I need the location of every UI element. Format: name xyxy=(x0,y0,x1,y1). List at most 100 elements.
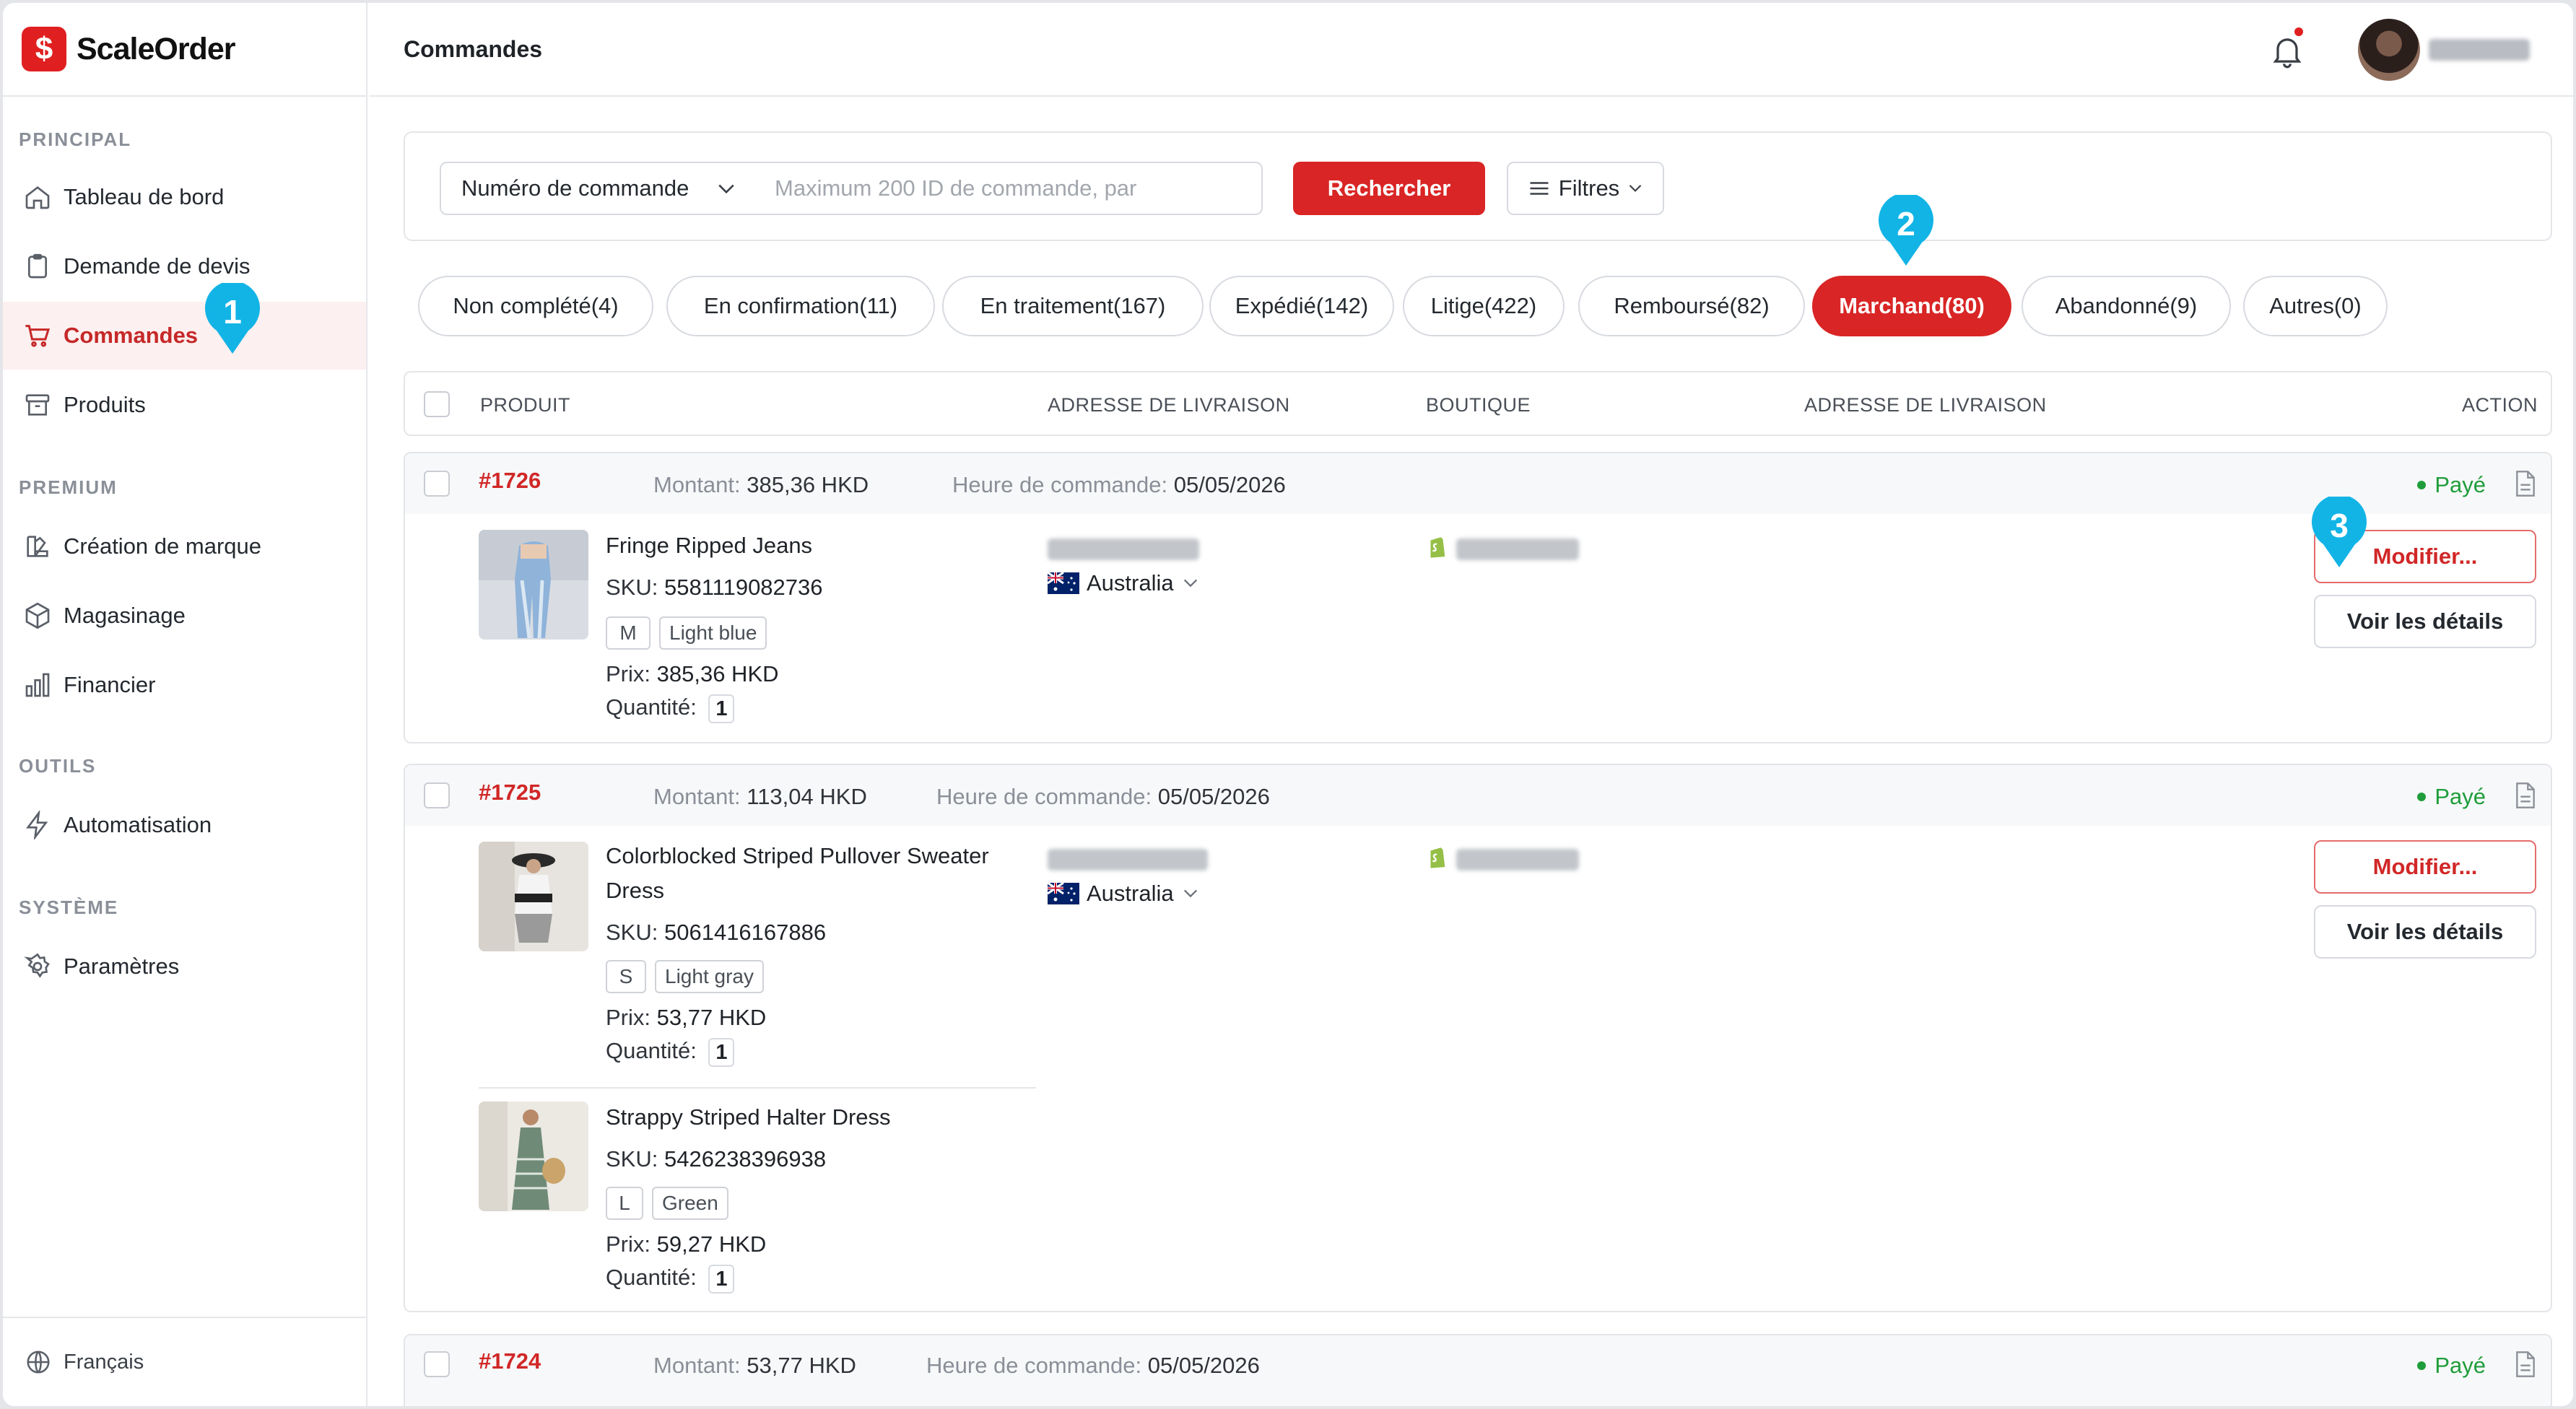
tab-abandoned[interactable]: Abandonné(9) xyxy=(2022,276,2231,336)
tab-dispute[interactable]: Litige(422) xyxy=(1403,276,1565,336)
sidebar-item-settings[interactable]: Paramètres xyxy=(3,933,366,1000)
language-switcher[interactable]: Français xyxy=(3,1317,366,1406)
filters-label: Filtres xyxy=(1558,175,1620,201)
username-blurred[interactable] xyxy=(2429,39,2530,61)
sidebar-item-products[interactable]: Produits xyxy=(3,371,366,439)
view-details-button[interactable]: Voir les détails xyxy=(2314,595,2536,648)
order-amount: Montant: 113,04 HKD xyxy=(653,784,867,810)
clipboard-icon xyxy=(28,253,47,279)
order-time-label: Heure de commande: xyxy=(926,1353,1142,1378)
shipping-country[interactable]: Australia xyxy=(1048,881,1198,907)
store-name-blurred xyxy=(1456,538,1579,560)
order-header: #1724 Montant: 53,77 HKD Heure de comman… xyxy=(405,1335,2551,1406)
search-button[interactable]: Rechercher xyxy=(1293,162,1485,215)
product-name: Colorblocked Striped Pullover Sweater Dr… xyxy=(606,843,989,903)
search-type-label: Numéro de commande xyxy=(461,175,689,201)
gear-icon xyxy=(24,953,50,978)
product-sku: SKU: 5061416167886 xyxy=(606,920,826,946)
column-header-product: PRODUIT xyxy=(480,394,570,416)
status-badge: Payé xyxy=(2417,784,2486,810)
order-amount: Montant: 385,36 HKD xyxy=(653,472,869,498)
column-header-shipping-address-2: ADRESSE DE LIVRAISON xyxy=(1804,394,2047,416)
step-marker-1: 1 xyxy=(204,281,261,355)
main-content: Numéro de commande Rechercher Filtres No… xyxy=(369,98,2573,1406)
quantity-label: Quantité: xyxy=(606,694,697,720)
sidebar-item-finance[interactable]: Financier xyxy=(3,651,366,719)
product-image[interactable] xyxy=(479,842,588,951)
order-header: #1726 Montant: 385,36 HKD Heure de comma… xyxy=(405,453,2551,514)
table-header: PRODUIT ADRESSE DE LIVRAISON BOUTIQUE AD… xyxy=(404,371,2552,436)
sidebar-item-branding[interactable]: Création de marque xyxy=(3,512,366,580)
quantity-label: Quantité: xyxy=(606,1265,697,1291)
section-premium: PREMIUM xyxy=(19,476,118,498)
brand-icon xyxy=(27,536,48,557)
step-number: 3 xyxy=(2330,507,2349,544)
tab-refunded[interactable]: Remboursé(82) xyxy=(1578,276,1805,336)
order-time: Heure de commande: 05/05/2026 xyxy=(952,472,1286,498)
sidebar-item-label: Automatisation xyxy=(64,812,212,837)
sidebar-item-label: Création de marque xyxy=(64,533,261,559)
search-input[interactable] xyxy=(754,162,1263,215)
sidebar-item-label: Commandes xyxy=(64,323,199,348)
tab-shipped[interactable]: Expédié(142) xyxy=(1209,276,1394,336)
chevron-down-icon xyxy=(1629,185,1642,192)
page-title: Commandes xyxy=(404,35,543,62)
product-price: Prix: 385,36 HKD xyxy=(606,661,779,687)
australia-flag-icon xyxy=(1048,883,1079,904)
product-price: Prix: 53,77 HKD xyxy=(606,1005,766,1031)
product-image[interactable] xyxy=(479,530,588,640)
modify-button[interactable]: Modifier... xyxy=(2314,840,2536,894)
tab-incomplete[interactable]: Non complété(4) xyxy=(418,276,653,336)
sidebar-item-warehousing[interactable]: Magasinage xyxy=(3,582,366,650)
chart-icon xyxy=(25,673,50,697)
color-tag: Green xyxy=(652,1187,728,1220)
brand[interactable]: $ ScaleOrder xyxy=(3,3,366,97)
store-name-blurred xyxy=(1456,849,1579,871)
order-id[interactable]: #1725 xyxy=(479,780,541,806)
view-details-button[interactable]: Voir les détails xyxy=(2314,905,2536,959)
order-amount: Montant: 53,77 HKD xyxy=(653,1353,856,1379)
tab-confirmation[interactable]: En confirmation(11) xyxy=(666,276,935,336)
tab-merchant[interactable]: Marchand(80) xyxy=(1812,276,2011,336)
product-image[interactable] xyxy=(479,1102,588,1211)
filters-button[interactable]: Filtres xyxy=(1507,162,1664,215)
color-tag: Light gray xyxy=(655,960,764,993)
document-icon[interactable] xyxy=(2513,469,2538,498)
size-tag: L xyxy=(606,1187,643,1220)
product-divider xyxy=(479,1087,1036,1089)
product-sku: SKU: 5581119082736 xyxy=(606,575,823,601)
order-header: #1725 Montant: 113,04 HKD Heure de comma… xyxy=(405,765,2551,826)
document-icon[interactable] xyxy=(2513,781,2538,810)
sidebar-item-dashboard[interactable]: Tableau de bord xyxy=(3,163,366,231)
select-all-checkbox[interactable] xyxy=(424,391,450,417)
cart-icon xyxy=(25,325,51,347)
order-time: Heure de commande: 05/05/2026 xyxy=(926,1353,1260,1379)
amount-value: 385,36 HKD xyxy=(747,472,869,497)
document-icon[interactable] xyxy=(2513,1350,2538,1379)
product-sku: SKU: 5426238396938 xyxy=(606,1146,826,1172)
quantity-value: 1 xyxy=(708,1265,735,1294)
sidebar-item-automation[interactable]: Automatisation xyxy=(3,791,366,859)
country-name: Australia xyxy=(1087,570,1174,596)
sidebar-item-quotes[interactable]: Demande de devis xyxy=(3,232,366,300)
search-type-select[interactable]: Numéro de commande xyxy=(440,162,756,215)
order-checkbox[interactable] xyxy=(424,1351,450,1377)
tab-others[interactable]: Autres(0) xyxy=(2243,276,2388,336)
order-checkbox[interactable] xyxy=(424,471,450,497)
step-marker-3: 3 xyxy=(2310,494,2368,569)
order-id[interactable]: #1726 xyxy=(479,468,541,494)
tab-processing[interactable]: En traitement(167) xyxy=(942,276,1204,336)
sidebar-item-orders[interactable]: Commandes xyxy=(3,302,366,370)
product-quantity: Quantité: 1 xyxy=(606,1038,735,1067)
sidebar-item-label: Magasinage xyxy=(64,603,186,628)
shipping-country[interactable]: Australia xyxy=(1048,570,1198,596)
brand-logo-icon: $ xyxy=(22,27,66,71)
order-checkbox[interactable] xyxy=(424,782,450,808)
order-id[interactable]: #1724 xyxy=(479,1348,541,1374)
bell-icon[interactable] xyxy=(2268,32,2306,69)
avatar[interactable] xyxy=(2358,19,2420,81)
search-bar: Numéro de commande Rechercher Filtres xyxy=(404,131,2552,241)
top-header: Commandes xyxy=(369,3,2573,97)
order-card: #1726 Montant: 385,36 HKD Heure de comma… xyxy=(404,452,2552,743)
price-value: 59,27 HKD xyxy=(656,1231,767,1257)
